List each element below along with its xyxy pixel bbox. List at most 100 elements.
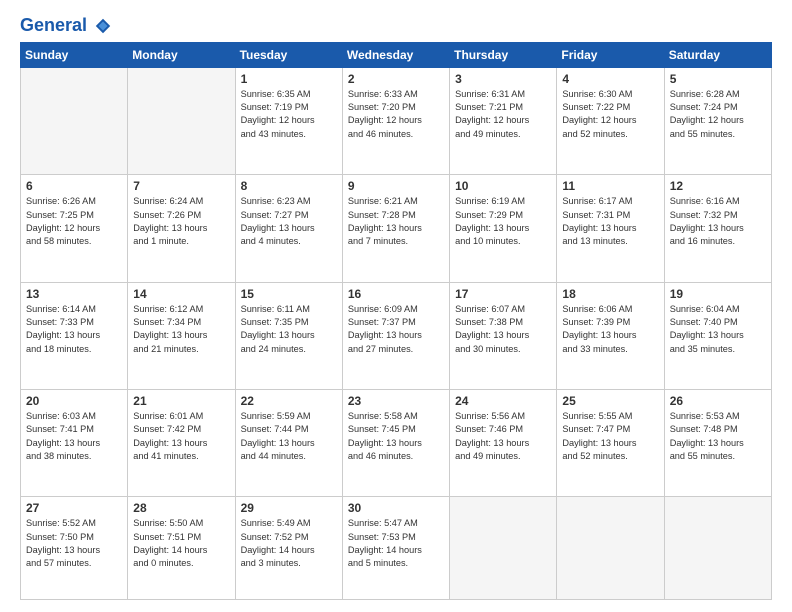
day-info: Sunrise: 5:56 AM Sunset: 7:46 PM Dayligh… — [455, 410, 551, 463]
day-number: 13 — [26, 287, 122, 301]
calendar-cell: 9 Sunrise: 6:21 AM Sunset: 7:28 PM Daylig… — [342, 175, 449, 282]
day-info: Sunrise: 5:58 AM Sunset: 7:45 PM Dayligh… — [348, 410, 444, 463]
day-info: Sunrise: 6:33 AM Sunset: 7:20 PM Dayligh… — [348, 88, 444, 141]
day-number: 6 — [26, 179, 122, 193]
calendar-week-4: 20Sunrise: 6:03 AM Sunset: 7:41 PM Dayli… — [21, 389, 772, 496]
day-info: Sunrise: 6:23 AM Sunset: 7:27 PM Dayligh… — [241, 195, 337, 248]
calendar-cell: 4 Sunrise: 6:30 AM Sunset: 7:22 PM Daylig… — [557, 67, 664, 174]
day-header-tuesday: Tuesday — [235, 42, 342, 67]
day-number: 30 — [348, 501, 444, 515]
calendar-cell: 24 Sunrise: 5:56 AM Sunset: 7:46 PM Dayli… — [450, 389, 557, 496]
day-number: 11 — [562, 179, 658, 193]
day-info: Sunrise: 6:12 AM Sunset: 7:34 PM Dayligh… — [133, 303, 229, 356]
day-info: Sunrise: 6:31 AM Sunset: 7:21 PM Dayligh… — [455, 88, 551, 141]
calendar-cell: 8 Sunrise: 6:23 AM Sunset: 7:27 PM Daylig… — [235, 175, 342, 282]
day-info: Sunrise: 6:26 AM Sunset: 7:25 PM Dayligh… — [26, 195, 122, 248]
day-number: 26 — [670, 394, 766, 408]
day-number: 7 — [133, 179, 229, 193]
calendar-cell: 5Sunrise: 6:28 AM Sunset: 7:24 PM Daylig… — [664, 67, 771, 174]
day-info: Sunrise: 6:21 AM Sunset: 7:28 PM Dayligh… — [348, 195, 444, 248]
day-number: 17 — [455, 287, 551, 301]
day-info: Sunrise: 6:17 AM Sunset: 7:31 PM Dayligh… — [562, 195, 658, 248]
day-info: Sunrise: 6:14 AM Sunset: 7:33 PM Dayligh… — [26, 303, 122, 356]
day-info: Sunrise: 6:19 AM Sunset: 7:29 PM Dayligh… — [455, 195, 551, 248]
day-number: 9 — [348, 179, 444, 193]
calendar-cell: 15Sunrise: 6:11 AM Sunset: 7:35 PM Dayli… — [235, 282, 342, 389]
calendar-cell: 22Sunrise: 5:59 AM Sunset: 7:44 PM Dayli… — [235, 389, 342, 496]
day-number: 16 — [348, 287, 444, 301]
calendar-cell: 28 Sunrise: 5:50 AM Sunset: 7:51 PM Dayli… — [128, 497, 235, 600]
day-info: Sunrise: 6:09 AM Sunset: 7:37 PM Dayligh… — [348, 303, 444, 356]
calendar-table: SundayMondayTuesdayWednesdayThursdayFrid… — [20, 42, 772, 600]
day-info: Sunrise: 5:49 AM Sunset: 7:52 PM Dayligh… — [241, 517, 337, 570]
day-info: Sunrise: 6:24 AM Sunset: 7:26 PM Dayligh… — [133, 195, 229, 248]
day-number: 21 — [133, 394, 229, 408]
calendar-cell: 6 Sunrise: 6:26 AM Sunset: 7:25 PM Daylig… — [21, 175, 128, 282]
calendar-cell: 7 Sunrise: 6:24 AM Sunset: 7:26 PM Daylig… — [128, 175, 235, 282]
calendar-cell: 12 Sunrise: 6:16 AM Sunset: 7:32 PM Dayli… — [664, 175, 771, 282]
calendar-cell: 11 Sunrise: 6:17 AM Sunset: 7:31 PM Dayli… — [557, 175, 664, 282]
day-number: 23 — [348, 394, 444, 408]
day-number: 19 — [670, 287, 766, 301]
calendar-cell: 16 Sunrise: 6:09 AM Sunset: 7:37 PM Dayli… — [342, 282, 449, 389]
calendar-week-5: 27 Sunrise: 5:52 AM Sunset: 7:50 PM Dayli… — [21, 497, 772, 600]
day-info: Sunrise: 5:53 AM Sunset: 7:48 PM Dayligh… — [670, 410, 766, 463]
day-number: 24 — [455, 394, 551, 408]
calendar-cell — [664, 497, 771, 600]
calendar-cell — [21, 67, 128, 174]
calendar-cell: 26 Sunrise: 5:53 AM Sunset: 7:48 PM Dayli… — [664, 389, 771, 496]
calendar-cell: 29 Sunrise: 5:49 AM Sunset: 7:52 PM Dayli… — [235, 497, 342, 600]
day-number: 3 — [455, 72, 551, 86]
calendar-cell: 27 Sunrise: 5:52 AM Sunset: 7:50 PM Dayli… — [21, 497, 128, 600]
calendar-cell: 17Sunrise: 6:07 AM Sunset: 7:38 PM Dayli… — [450, 282, 557, 389]
day-number: 5 — [670, 72, 766, 86]
calendar-cell: 23 Sunrise: 5:58 AM Sunset: 7:45 PM Dayli… — [342, 389, 449, 496]
calendar-cell — [128, 67, 235, 174]
day-number: 10 — [455, 179, 551, 193]
day-header-monday: Monday — [128, 42, 235, 67]
day-header-sunday: Sunday — [21, 42, 128, 67]
day-info: Sunrise: 6:16 AM Sunset: 7:32 PM Dayligh… — [670, 195, 766, 248]
day-header-friday: Friday — [557, 42, 664, 67]
day-info: Sunrise: 5:50 AM Sunset: 7:51 PM Dayligh… — [133, 517, 229, 570]
calendar-week-2: 6 Sunrise: 6:26 AM Sunset: 7:25 PM Daylig… — [21, 175, 772, 282]
day-info: Sunrise: 6:11 AM Sunset: 7:35 PM Dayligh… — [241, 303, 337, 356]
day-number: 28 — [133, 501, 229, 515]
day-info: Sunrise: 6:06 AM Sunset: 7:39 PM Dayligh… — [562, 303, 658, 356]
calendar-cell — [557, 497, 664, 600]
calendar-cell: 14 Sunrise: 6:12 AM Sunset: 7:34 PM Dayli… — [128, 282, 235, 389]
calendar-cell: 1 Sunrise: 6:35 AM Sunset: 7:19 PM Daylig… — [235, 67, 342, 174]
calendar-cell: 18 Sunrise: 6:06 AM Sunset: 7:39 PM Dayli… — [557, 282, 664, 389]
day-number: 20 — [26, 394, 122, 408]
calendar-week-1: 1 Sunrise: 6:35 AM Sunset: 7:19 PM Daylig… — [21, 67, 772, 174]
day-number: 27 — [26, 501, 122, 515]
calendar-cell: 25Sunrise: 5:55 AM Sunset: 7:47 PM Dayli… — [557, 389, 664, 496]
day-header-wednesday: Wednesday — [342, 42, 449, 67]
calendar-cell: 3 Sunrise: 6:31 AM Sunset: 7:21 PM Daylig… — [450, 67, 557, 174]
day-number: 14 — [133, 287, 229, 301]
day-info: Sunrise: 5:52 AM Sunset: 7:50 PM Dayligh… — [26, 517, 122, 570]
day-info: Sunrise: 6:01 AM Sunset: 7:42 PM Dayligh… — [133, 410, 229, 463]
calendar-cell: 2 Sunrise: 6:33 AM Sunset: 7:20 PM Daylig… — [342, 67, 449, 174]
logo: General — [20, 16, 112, 32]
calendar-cell: 30 Sunrise: 5:47 AM Sunset: 7:53 PM Dayli… — [342, 497, 449, 600]
day-info: Sunrise: 6:35 AM Sunset: 7:19 PM Dayligh… — [241, 88, 337, 141]
day-header-thursday: Thursday — [450, 42, 557, 67]
day-number: 12 — [670, 179, 766, 193]
day-info: Sunrise: 5:55 AM Sunset: 7:47 PM Dayligh… — [562, 410, 658, 463]
calendar-cell: 13 Sunrise: 6:14 AM Sunset: 7:33 PM Dayli… — [21, 282, 128, 389]
day-number: 4 — [562, 72, 658, 86]
day-header-saturday: Saturday — [664, 42, 771, 67]
calendar-cell — [450, 497, 557, 600]
day-number: 29 — [241, 501, 337, 515]
day-number: 2 — [348, 72, 444, 86]
calendar-page: General SundayMondayTuesdayWednesdayThur… — [0, 0, 792, 612]
day-number: 1 — [241, 72, 337, 86]
day-number: 18 — [562, 287, 658, 301]
day-number: 8 — [241, 179, 337, 193]
logo-text: General — [20, 16, 112, 36]
calendar-week-3: 13 Sunrise: 6:14 AM Sunset: 7:33 PM Dayli… — [21, 282, 772, 389]
calendar-header-row: SundayMondayTuesdayWednesdayThursdayFrid… — [21, 42, 772, 67]
day-info: Sunrise: 6:30 AM Sunset: 7:22 PM Dayligh… — [562, 88, 658, 141]
day-info: Sunrise: 5:47 AM Sunset: 7:53 PM Dayligh… — [348, 517, 444, 570]
